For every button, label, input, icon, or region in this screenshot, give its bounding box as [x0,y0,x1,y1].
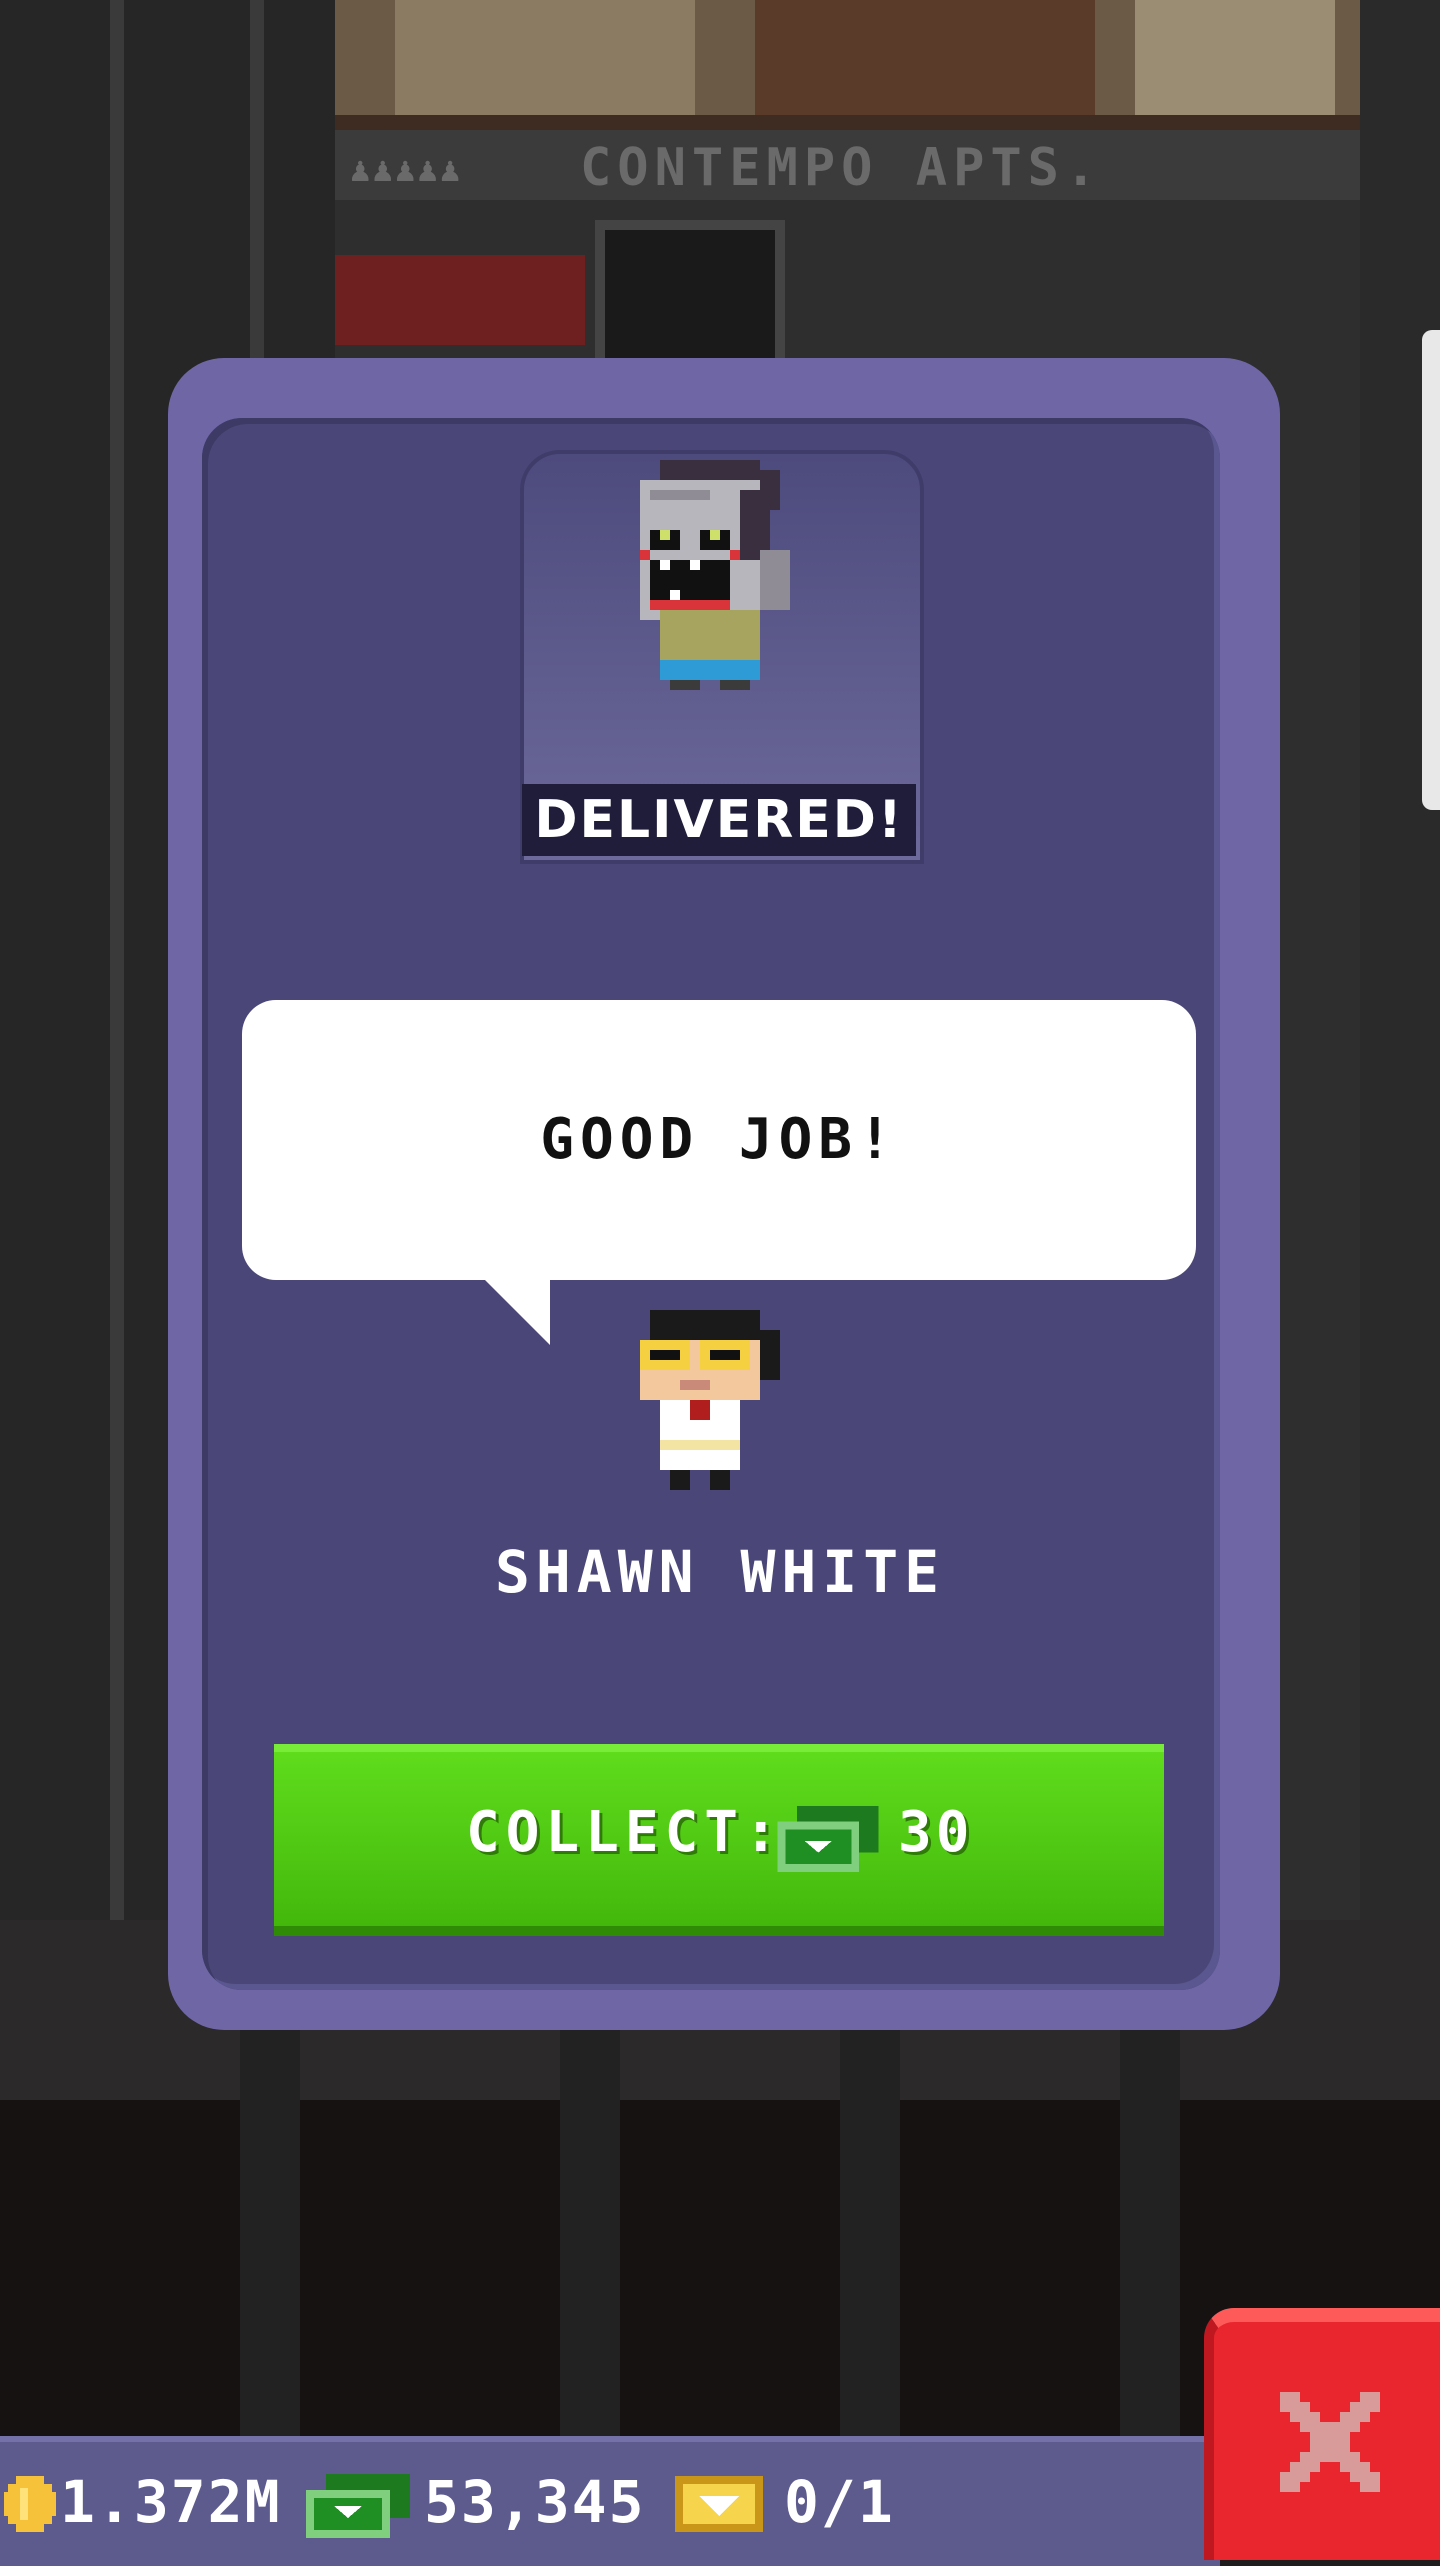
tickets-value: 0/1 [784,2468,895,2536]
collect-amount: 30 [898,1800,974,1865]
cash-icon [777,1806,879,1872]
close-icon [1280,2392,1380,2492]
speech-text: GOOD JOB! [540,1107,898,1172]
right-wall [1360,0,1440,1920]
upper-floor [335,0,1360,130]
ticket-icon [675,2476,763,2532]
delivered-label: DELIVERED! [522,784,916,856]
character-name: SHAWN WHITE [494,1538,946,1606]
resident-icons: ♟♟♟♟♟ [350,150,463,190]
speech-bubble-tail [480,1275,550,1345]
shawn-white-avatar [640,1310,780,1490]
bux-icon [306,2474,410,2538]
building-sign-text: CONTEMPO APTS. [580,138,1103,198]
coins-value: 1.372M [60,2468,282,2536]
bux-value: 53,345 [424,2468,646,2536]
coin-icon [4,2476,56,2532]
collect-button-label: COLLECT: [466,1800,784,1865]
zombie-portrait [640,460,790,690]
side-scroll-handle[interactable] [1422,330,1440,810]
